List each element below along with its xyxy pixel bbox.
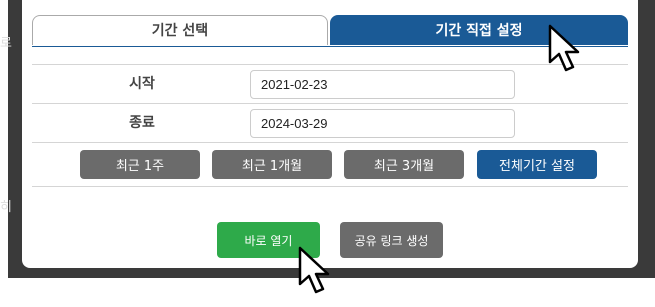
quick-range-buttons: 최근 1주 최근 1개월 최근 3개월 전체기간 설정: [32, 143, 628, 187]
end-date-label: 종료: [129, 115, 155, 131]
start-date-row: 시작: [32, 64, 628, 104]
end-date-row: 종료: [32, 104, 628, 143]
background-text-fragment: 히: [0, 200, 12, 215]
last-1-week-button[interactable]: 최근 1주: [80, 150, 200, 179]
last-1-month-button[interactable]: 최근 1개월: [212, 150, 332, 179]
arrow-cursor-icon: [548, 24, 580, 72]
start-date-input[interactable]: [250, 70, 515, 99]
tab-period-select[interactable]: 기간 선택: [32, 15, 328, 45]
background-text-fragment: 로: [0, 36, 12, 51]
arrow-cursor-icon: [298, 246, 330, 294]
period-tabs: 기간 선택 기간 직접 설정: [32, 15, 628, 47]
period-settings-modal: 기간 선택 기간 직접 설정 시작 종료 최근 1주 최근 1개월 최근 3개월…: [22, 0, 638, 268]
last-3-months-button[interactable]: 최근 3개월: [344, 150, 464, 179]
create-share-link-button[interactable]: 공유 링크 생성: [340, 222, 443, 258]
end-date-input[interactable]: [250, 109, 515, 138]
all-period-button[interactable]: 전체기간 설정: [477, 150, 597, 179]
start-date-label: 시작: [129, 76, 155, 92]
